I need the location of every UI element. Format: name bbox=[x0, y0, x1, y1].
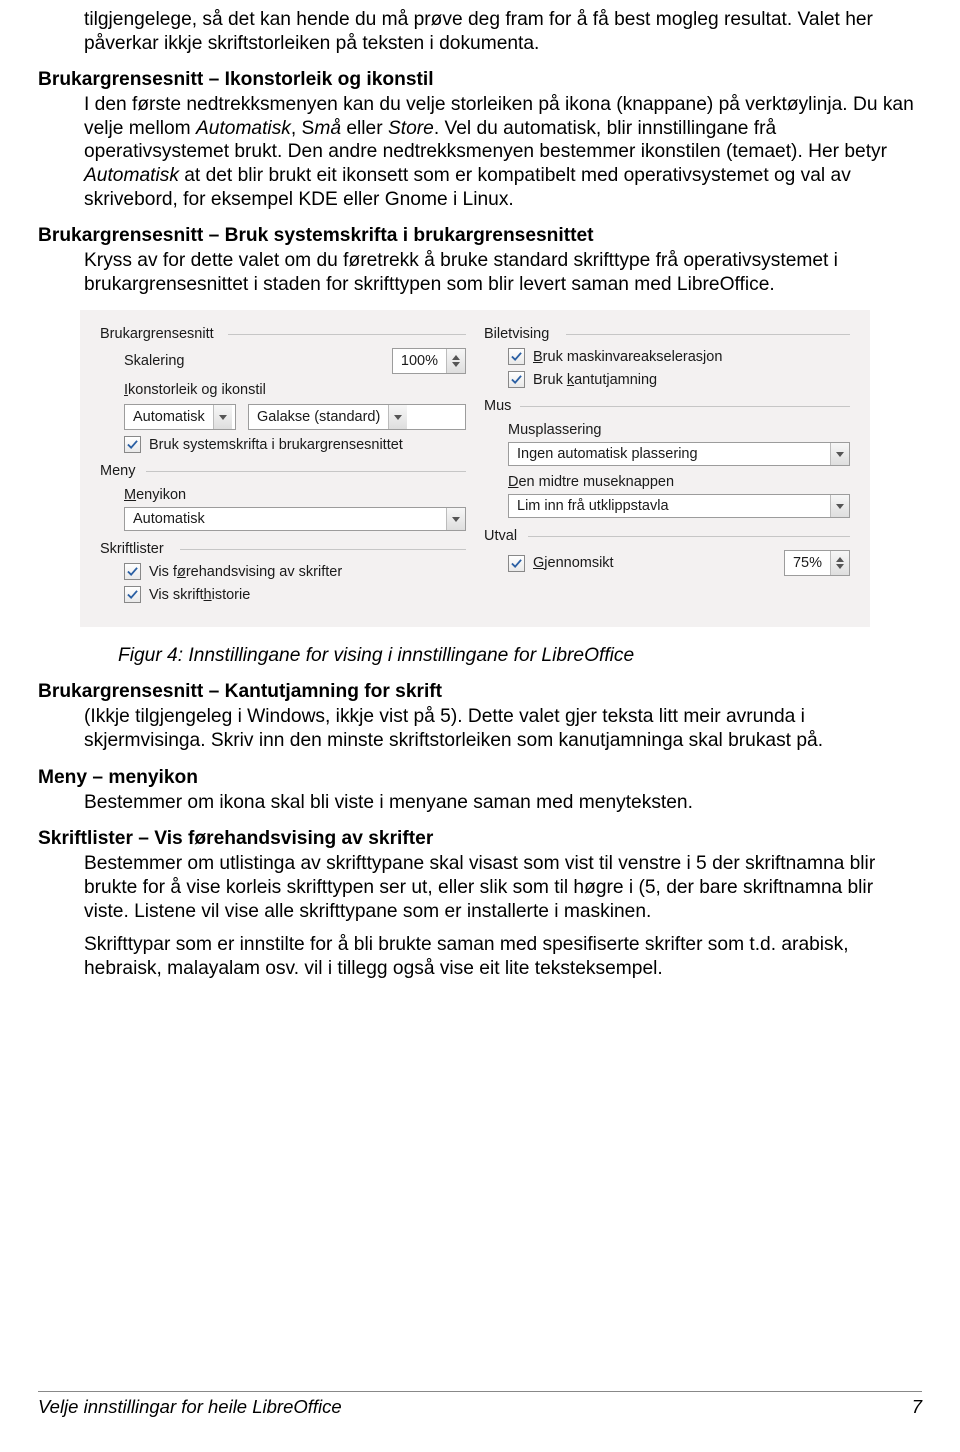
row-skalering: Skalering 100% bbox=[124, 348, 466, 374]
group-label-biletvising: Biletvising bbox=[484, 326, 850, 342]
label-skalering: Skalering bbox=[124, 353, 384, 369]
checkbox-icon bbox=[124, 436, 141, 453]
group-label-skriftlister: Skriftlister bbox=[100, 541, 466, 557]
label-menyikon: Menyikon bbox=[124, 487, 466, 503]
combo-value: Lim inn frå utklippstavla bbox=[509, 495, 830, 517]
group-label-mus: Mus bbox=[484, 398, 850, 414]
checkbox-systemskrift[interactable]: Bruk systemskrifta i brukargrensesnittet bbox=[124, 436, 466, 453]
figure-left-column: Brukargrensesnitt Skalering 100% Ikonsto… bbox=[100, 326, 466, 609]
chevron-down-icon[interactable] bbox=[388, 405, 407, 429]
label-musplassering: Musplassering bbox=[508, 422, 850, 438]
checkbox-hw-accel[interactable]: Bruk maskinvareakselerasjon bbox=[508, 348, 850, 365]
spin-buttons[interactable] bbox=[446, 349, 465, 373]
checkbox-label: Bruk systemskrifta i brukargrensesnittet bbox=[149, 437, 403, 453]
row-gjennomsikt: Gjennomsikt 75% bbox=[508, 550, 850, 576]
para-font-preview-2: Skrifttypar som er innstilte for å bli b… bbox=[84, 933, 922, 980]
intro-paragraph: tilgjengelege, så det kan hende du må pr… bbox=[84, 8, 922, 55]
text-italic: Automatisk bbox=[196, 118, 291, 139]
footer-rule bbox=[38, 1391, 922, 1392]
spin-value: 75% bbox=[785, 551, 830, 575]
checkbox-icon bbox=[124, 563, 141, 580]
combo-value: Ingen automatisk plassering bbox=[509, 443, 830, 465]
heading-menyikon: Meny – menyikon bbox=[38, 767, 922, 789]
figure-right-column: Biletvising Bruk maskinvareakselerasjon … bbox=[484, 326, 850, 609]
heading-systemskrift: Brukargrensesnitt – Bruk systemskrifta i… bbox=[38, 225, 922, 247]
chevron-down-icon[interactable] bbox=[446, 508, 465, 530]
para-systemskrift: Kryss av for dette valet om du føretrekk… bbox=[84, 249, 922, 296]
group-label-meny: Meny bbox=[100, 463, 466, 479]
para-kantutjamning: (Ikkje tilgjengeleg i Windows, ikkje vis… bbox=[84, 705, 922, 752]
checkbox-label: Bruk kantutjamning bbox=[533, 372, 657, 388]
checkbox-font-preview[interactable]: Vis førehandsvising av skrifter bbox=[124, 563, 466, 580]
combo-icon-size[interactable]: Automatisk bbox=[124, 404, 236, 430]
heading-font-preview: Skriftlister – Vis førehandsvising av sk… bbox=[38, 828, 922, 850]
text: eller bbox=[341, 118, 388, 139]
checkbox-label: Bruk maskinvareakselerasjon bbox=[533, 349, 722, 365]
combo-menyikon[interactable]: Automatisk bbox=[124, 507, 466, 531]
chevron-down-icon[interactable] bbox=[830, 495, 849, 517]
group-label-ui: Brukargrensesnitt bbox=[100, 326, 466, 342]
spin-value: 100% bbox=[393, 349, 446, 373]
figure-caption: Figur 4: Innstillingane for vising i inn… bbox=[118, 645, 922, 667]
heading-kantutjamning: Brukargrensesnitt – Kantutjamning for sk… bbox=[38, 681, 922, 703]
spin-skalering[interactable]: 100% bbox=[392, 348, 466, 374]
label-midtknapp: Den midtre museknappen bbox=[508, 474, 850, 490]
checkbox-antialias[interactable]: Bruk kantutjamning bbox=[508, 371, 850, 388]
checkbox-icon bbox=[508, 348, 525, 365]
combo-icon-theme[interactable]: Galakse (standard) bbox=[248, 404, 466, 430]
footer-title: Velje innstillingar for heile LibreOffic… bbox=[38, 1396, 342, 1418]
checkbox-icon bbox=[124, 586, 141, 603]
text-italic: Automatisk bbox=[84, 165, 179, 186]
checkbox-label: Vis skrifthistorie bbox=[149, 587, 250, 603]
combo-value: Automatisk bbox=[125, 508, 446, 530]
combo-value: Galakse (standard) bbox=[249, 405, 388, 429]
checkbox-gjennomsikt[interactable] bbox=[508, 555, 525, 572]
para-font-preview-1: Bestemmer om utlistinga av skrifttypane … bbox=[84, 852, 922, 923]
checkbox-icon bbox=[508, 371, 525, 388]
footer-page-number: 7 bbox=[912, 1396, 922, 1418]
para-ikonstorleik: I den første nedtrekksmenyen kan du velj… bbox=[84, 93, 922, 211]
heading-ikonstorleik: Brukargrensesnitt – Ikonstorleik og ikon… bbox=[38, 69, 922, 91]
group-label-utval: Utval bbox=[484, 528, 850, 544]
page-footer: Velje innstillingar for heile LibreOffic… bbox=[38, 1391, 922, 1418]
chevron-down-icon[interactable] bbox=[213, 405, 232, 429]
para-menyikon: Bestemmer om ikona skal bli viste i meny… bbox=[84, 791, 922, 815]
label-ikonstorleik: Ikonstorleik og ikonstil bbox=[124, 382, 466, 398]
chevron-down-icon[interactable] bbox=[830, 443, 849, 465]
spin-gjennomsikt[interactable]: 75% bbox=[784, 550, 850, 576]
checkbox-label: Gjennomsikt bbox=[533, 555, 776, 571]
text: , S bbox=[291, 118, 314, 139]
text: at det blir brukt eit ikonsett som er ko… bbox=[84, 165, 851, 210]
figure-options-dialog: Brukargrensesnitt Skalering 100% Ikonsto… bbox=[80, 310, 870, 627]
combo-midtknapp[interactable]: Lim inn frå utklippstavla bbox=[508, 494, 850, 518]
checkbox-label: Vis førehandsvising av skrifter bbox=[149, 564, 342, 580]
document-page: tilgjengelege, så det kan hende du må pr… bbox=[0, 8, 960, 1452]
combo-value: Automatisk bbox=[125, 405, 213, 429]
text-italic: må bbox=[314, 118, 341, 139]
combo-mus-plassering[interactable]: Ingen automatisk plassering bbox=[508, 442, 850, 466]
checkbox-font-history[interactable]: Vis skrifthistorie bbox=[124, 586, 466, 603]
text-italic: Store bbox=[388, 118, 434, 139]
spin-buttons[interactable] bbox=[830, 551, 849, 575]
